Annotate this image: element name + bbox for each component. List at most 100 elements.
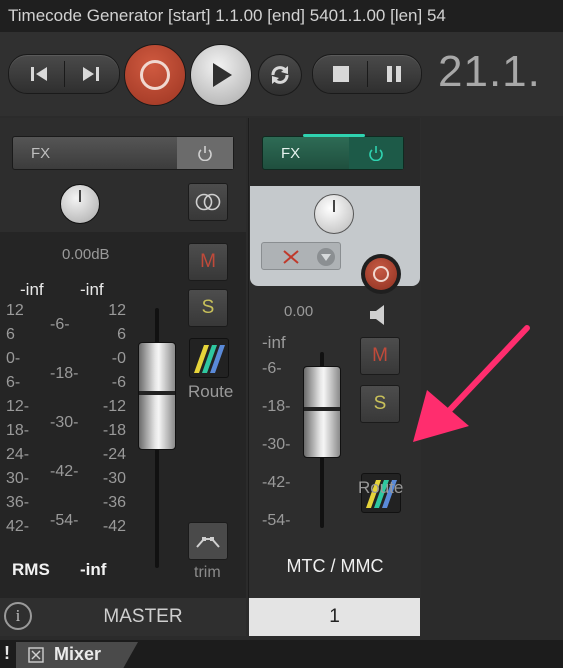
scale-tick: -18- [262,398,291,415]
scale-tick: 6 [117,326,126,343]
scale-tick: -30- [50,414,79,431]
scale-tick: -54- [50,512,79,529]
scale-tick: 12- [6,398,30,415]
scale-tick: -0 [111,350,126,367]
pause-icon [387,66,401,82]
stop-button[interactable] [315,55,367,93]
envelope-icon [196,537,220,548]
master-mute-button[interactable]: M [188,243,228,281]
track-route-label: Route [358,478,404,497]
scale-tick: -18 [102,422,126,439]
knob-indicator [79,190,81,202]
scale-tick: -6- [262,360,282,377]
tab-mixer-label: Mixer [54,644,102,664]
track-number-bar[interactable]: 1 [249,598,420,636]
track-input-select[interactable] [261,242,341,270]
track-fx-button[interactable]: FX [262,134,404,170]
scale-tick: -42- [262,474,291,491]
master-fx-label: FX [31,144,51,162]
master-pan-knob[interactable] [60,184,100,224]
route-icon [194,345,225,373]
scale-tick: -18- [50,365,79,382]
master-rms-label: RMS [12,560,50,579]
repeat-button[interactable] [258,54,302,96]
master-name-bar: i MASTER [0,598,246,636]
record-icon [373,266,389,282]
master-volume-readout: 0.00dB [62,246,110,263]
scale-tick: 42- [6,518,30,535]
play-button[interactable] [190,44,252,106]
track-name: MTC / MMC [286,556,384,576]
input-none-icon [283,248,335,266]
stereo-icon [195,193,221,211]
track-scale: -6- -18- -30- -42- -54- [262,360,290,550]
master-solo-button[interactable]: S [188,289,228,327]
play-icon [213,63,232,87]
track-volume-readout: 0.00 [284,303,314,320]
record-icon [140,60,170,90]
master-route-button[interactable] [189,338,229,378]
scale-tick: -36 [102,494,126,511]
nav-button-group [8,54,120,94]
repeat-icon [271,66,289,84]
speaker-icon [370,305,384,325]
track-record-arm-button[interactable] [361,254,401,294]
docker-tab-bar: ! Mixer [0,640,563,668]
scale-tick: 0- [6,350,21,367]
stop-icon [333,66,349,82]
scale-tick: -42 [102,518,126,535]
master-trim-label: trim [194,564,221,581]
annotation-arrow-icon [413,325,530,442]
master-mono-stereo-button[interactable] [188,183,228,221]
warning-mark: ! [4,643,10,663]
master-scale-mid: -6- -18- -30- -42- -54- [50,316,78,561]
master-rms-value: -inf [80,560,107,579]
master-scale-left: 12 6 0- 6- 12- 18- 24- 30- 36- 42- [6,302,29,542]
record-button[interactable] [124,44,186,106]
scale-tick: -42- [50,463,79,480]
track-pan-knob[interactable] [314,194,354,234]
window-title: Timecode Generator [start] 1.1.00 [end] … [0,0,563,32]
track-solo-button[interactable]: S [360,385,400,423]
track-volume-fader[interactable] [303,366,341,458]
power-icon [369,146,383,161]
scale-tick: 30- [6,470,30,487]
master-fx-power[interactable] [177,137,233,169]
go-to-start-button[interactable] [13,55,65,93]
scale-tick: -24 [102,446,126,463]
pause-button[interactable] [368,55,420,93]
scale-tick: 36- [6,494,30,511]
skip-forward-icon [83,67,99,81]
go-to-end-button[interactable] [65,55,117,93]
track-fx-label: FX [281,144,301,162]
master-name: MASTER [103,606,183,627]
scale-tick: 12 [6,302,24,319]
track-mute-button[interactable]: M [360,337,400,375]
scale-tick: -12 [102,398,126,415]
track-fx-power[interactable] [349,137,403,169]
fader-line [139,391,175,395]
skip-back-icon [31,67,47,81]
scale-tick: 24- [6,446,30,463]
scale-tick: -6 [111,374,126,391]
timecode-display: 21.1. [438,47,541,96]
scale-tick: -54- [262,512,291,529]
master-peak-right: -inf [80,280,104,299]
close-icon[interactable] [28,647,44,663]
master-route-label: Route [188,382,234,401]
track-monitor-button[interactable] [368,303,394,332]
scale-tick: -30 [102,470,126,487]
scale-tick: 18- [6,422,30,439]
fader-line [304,407,340,411]
scale-tick: -6- [50,316,70,333]
master-volume-fader[interactable] [138,342,176,450]
scale-tick: -30- [262,436,291,453]
tab-mixer[interactable]: Mixer [16,642,138,668]
scale-tick: 6- [6,374,21,391]
master-peak-left: -inf [20,280,44,299]
power-icon [198,146,212,161]
master-fx-button[interactable]: FX [12,136,234,170]
track-peak: -inf [262,333,286,352]
master-trim-button[interactable] [188,522,228,560]
master-scale-right: 12 6 -0 -6 -12 -18 -24 -30 -36 -42 [96,302,126,542]
